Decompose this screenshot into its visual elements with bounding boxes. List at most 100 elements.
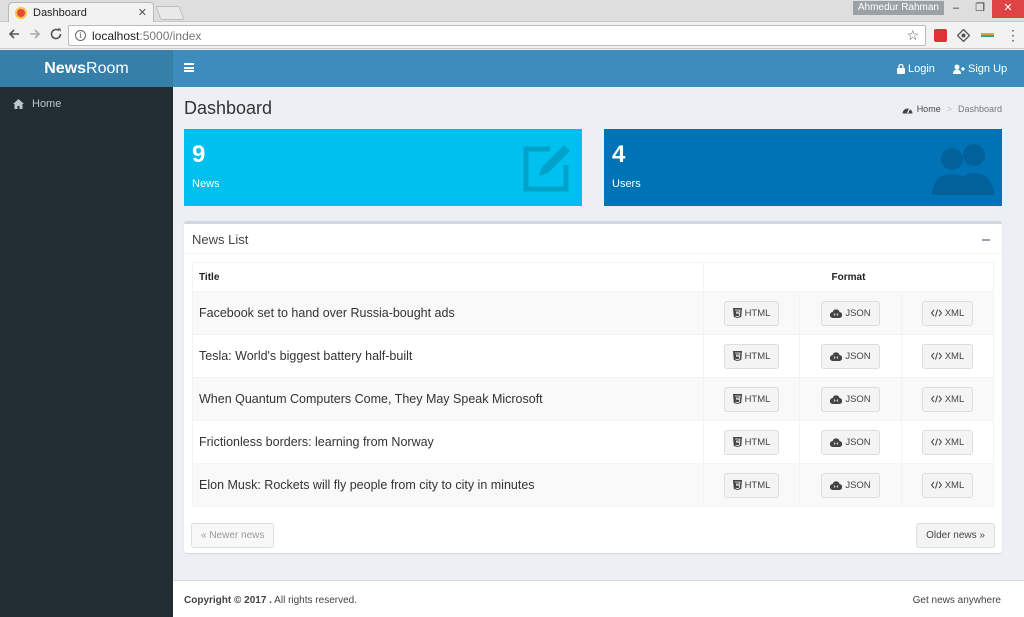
- json-format-button[interactable]: JSON: [821, 300, 880, 326]
- xml-label: XML: [944, 350, 965, 362]
- json-label: JSON: [845, 393, 871, 405]
- format-cell: XML: [901, 334, 994, 378]
- json-format-button[interactable]: JSON: [821, 472, 880, 498]
- breadcrumb-current: Dashboard: [957, 104, 1002, 114]
- json-label: JSON: [845, 307, 871, 319]
- format-cell: XML: [901, 463, 994, 507]
- footer-tagline: Get news anywhere: [912, 595, 1001, 606]
- format-cell: JSON: [799, 463, 902, 507]
- browser-menu-icon[interactable]: ⋮: [1006, 28, 1020, 42]
- table-row: When Quantum Computers Come, They May Sp…: [192, 377, 994, 421]
- browser-tab[interactable]: Dashboard ✕: [8, 2, 154, 22]
- brand-logo[interactable]: NewsRoom: [0, 50, 173, 87]
- profile-badge[interactable]: Ahmedur Rahman: [852, 1, 944, 15]
- html-format-button[interactable]: HTML: [723, 386, 780, 412]
- copyright: Copyright © 2017 . All rights reserved.: [184, 595, 357, 606]
- xml-format-button[interactable]: XML: [921, 472, 974, 498]
- html5-icon: [732, 437, 742, 447]
- copyright-bold: Copyright © 2017 .: [184, 595, 272, 606]
- extension-red-icon[interactable]: [934, 29, 947, 42]
- back-arrow-icon[interactable]: [6, 27, 22, 41]
- format-cell: HTML: [703, 334, 800, 378]
- cloud-icon: [830, 480, 843, 490]
- xml-format-button[interactable]: XML: [921, 343, 974, 369]
- cloud-icon: [830, 351, 843, 361]
- html-label: HTML: [744, 307, 771, 319]
- brand-rest: Room: [86, 60, 129, 77]
- address-bar[interactable]: i localhost :5000/index ☆: [68, 25, 926, 46]
- bookmark-star-icon[interactable]: ☆: [906, 27, 919, 44]
- html5-icon: [732, 308, 742, 318]
- home-icon: [13, 99, 24, 109]
- signup-link[interactable]: Sign Up: [953, 50, 1007, 87]
- info-icon[interactable]: i: [75, 30, 86, 41]
- users-icon: [932, 144, 994, 195]
- code-icon: [930, 395, 942, 403]
- code-icon: [930, 352, 942, 360]
- html-format-button[interactable]: HTML: [723, 429, 780, 455]
- html-format-button[interactable]: HTML: [723, 472, 780, 498]
- users-stat-box[interactable]: 4 Users: [604, 129, 1002, 206]
- html-label: HTML: [744, 479, 771, 491]
- table-row: Elon Musk: Rockets will fly people from …: [192, 463, 994, 507]
- content-header: Dashboard Home > Dashboard: [184, 96, 1002, 122]
- browser-tab-strip: Dashboard ✕ Ahmedur Rahman – ❐ ✕: [0, 0, 1024, 22]
- news-title: Tesla: World's biggest battery half-buil…: [192, 334, 704, 378]
- page-title: Dashboard: [184, 98, 273, 118]
- footer: Copyright © 2017 . All rights reserved. …: [173, 580, 1024, 617]
- extension-diamond-icon[interactable]: [957, 29, 970, 42]
- news-list-box: News List Title Format Facebook set to h…: [184, 221, 1002, 553]
- json-format-button[interactable]: JSON: [821, 386, 880, 412]
- new-tab-button[interactable]: [155, 6, 185, 20]
- sidebar-item-home[interactable]: Home: [0, 87, 173, 121]
- html-label: HTML: [744, 350, 771, 362]
- xml-label: XML: [944, 479, 965, 491]
- json-format-button[interactable]: JSON: [821, 343, 880, 369]
- format-cell: XML: [901, 377, 994, 421]
- format-cell: JSON: [799, 291, 902, 335]
- json-label: JSON: [845, 436, 871, 448]
- format-cell: HTML: [703, 420, 800, 464]
- newer-news-button[interactable]: « Newer news: [191, 523, 275, 548]
- maximize-button[interactable]: ❐: [968, 0, 992, 18]
- table-row: Facebook set to hand over Russia-bought …: [192, 291, 994, 335]
- news-stat-box[interactable]: 9 News: [184, 129, 582, 206]
- xml-format-button[interactable]: XML: [921, 300, 974, 326]
- forward-arrow-icon[interactable]: [27, 27, 43, 41]
- table-row: Tesla: World's biggest battery half-buil…: [192, 334, 994, 378]
- sidebar-toggle-icon[interactable]: [184, 63, 194, 72]
- table-header-row: Title Format: [192, 262, 994, 292]
- breadcrumb-home[interactable]: Home: [917, 104, 941, 114]
- news-title: Frictionless borders: learning from Norw…: [192, 420, 704, 464]
- reload-icon[interactable]: [48, 27, 64, 41]
- minimize-button[interactable]: –: [944, 0, 968, 18]
- users-count: 4: [612, 141, 626, 168]
- users-label: Users: [612, 178, 641, 190]
- html-format-button[interactable]: HTML: [723, 300, 780, 326]
- tab-close-icon[interactable]: ✕: [138, 6, 147, 19]
- format-cell: JSON: [799, 334, 902, 378]
- tab-title: Dashboard: [33, 6, 87, 19]
- window-close-button[interactable]: ✕: [992, 0, 1024, 18]
- url-path: :5000/index: [139, 28, 202, 43]
- extension-flag-icon[interactable]: [981, 29, 994, 42]
- login-link[interactable]: Login: [897, 50, 935, 87]
- format-cell: HTML: [703, 463, 800, 507]
- news-count: 9: [192, 141, 206, 168]
- older-news-button[interactable]: Older news »: [916, 523, 995, 548]
- code-icon: [930, 309, 942, 317]
- html-label: HTML: [744, 436, 771, 448]
- collapse-minus-icon[interactable]: [982, 239, 990, 241]
- url-host: localhost: [92, 28, 140, 43]
- xml-format-button[interactable]: XML: [921, 386, 974, 412]
- cloud-icon: [830, 394, 843, 404]
- json-format-button[interactable]: JSON: [821, 429, 880, 455]
- format-cell: HTML: [703, 291, 800, 335]
- html5-icon: [732, 351, 742, 361]
- xml-label: XML: [944, 393, 965, 405]
- user-plus-icon: [953, 64, 965, 74]
- cloud-icon: [830, 308, 843, 318]
- xml-format-button[interactable]: XML: [921, 429, 974, 455]
- html-format-button[interactable]: HTML: [723, 343, 780, 369]
- xml-label: XML: [944, 436, 965, 448]
